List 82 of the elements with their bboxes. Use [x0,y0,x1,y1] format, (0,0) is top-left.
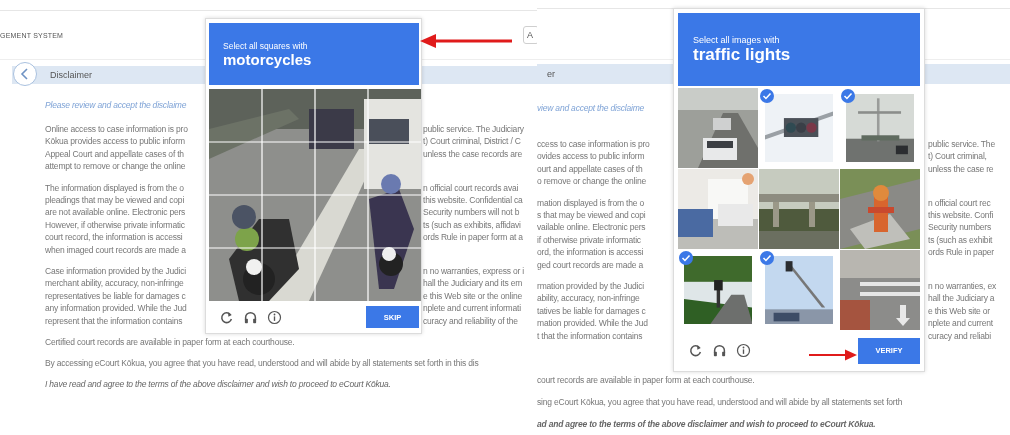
paragraph-text: court record, the information is accessi [45,231,184,244]
paragraph-text: ged court records are made a [537,258,644,272]
paragraph-text: By accessing eCourt Kōkua, you agree that you have read, understood and will abide by all statements set forth in this dis [45,357,480,370]
intro-text: Please review and accept the disclaime [45,99,188,111]
paragraph-text: Security numbers [928,221,992,234]
captcha-prompt: Select all images with [693,34,781,45]
section-title: Disclaimer [50,70,92,80]
paragraph-text: Appeal Court and appellate cases of th [45,147,185,161]
paragraph-text: Case information provided by the Judici [45,265,188,278]
arrow [808,349,858,361]
paragraph-text: n no warranties, express or i [423,265,525,278]
headphones-icon[interactable] [712,343,727,358]
paragraph-text: hall the Judiciary and its em [423,277,524,290]
captcha-prompt: Select all squares with [223,40,309,51]
paragraph-text: mation provided. While the Jud [537,317,649,330]
captcha-target: traffic lights [693,44,792,65]
paragraph-text: Online access to case information is pro [45,123,189,136]
paragraph-text: ourt and appellate cases of th [537,162,644,176]
paragraph-text: ad and agree to the terms of the above disclaimer and wish to proceed to eCourt Kōkua. [537,418,877,431]
paragraph-text: t) Court criminal, District / C [423,135,522,148]
paragraph-text: Security numbers will not b [423,206,521,219]
paragraph-text: curacy and reliability of the [423,314,519,328]
paragraph-text: public service. The Judiciary [423,123,525,136]
paragraph-text: e this Web site or the online [423,289,523,303]
paragraph-text: ability, accuracy, non-infringe [537,292,641,305]
paragraph-text: attempt to remove or change the online [45,160,187,173]
paragraph-text: I have read and agree to the terms of the above disclaimer and wish to proceed to eCourt Kōkua. [45,378,392,391]
paragraph-text: curacy and reliabi [928,329,993,343]
paragraph-text: ts (such as exhibit [928,233,994,247]
paragraph-text: if otherwise private informatic [537,233,642,247]
paragraph-text: n official court rec [928,196,992,210]
paragraph-text: unless the case re [928,162,995,176]
checkmark-icon [841,89,855,103]
reload-icon[interactable] [219,309,234,325]
paragraph-text: merchant ability, accuracy, non-infringe [45,277,185,290]
paragraph-text: n no warranties, ex [928,280,997,293]
paragraph-text: ccess to case information is pro [537,138,651,151]
paragraph-text: ts (such as exhibits, affidavi [423,218,522,232]
paragraph-text: rmation provided by the Judici [537,280,645,293]
paragraph-text: tatives be liable for damages c [537,304,647,318]
paragraph-text: when imaged court records are made a [45,243,187,257]
paragraph-text: public service. The [928,138,996,151]
paragraph-text: nplete and current [928,317,994,330]
paragraph-text: However, if otherwise private informatic [45,218,186,232]
checkmark-icon [679,251,693,265]
checkmark-icon [760,89,774,103]
paragraph-text: court records are available in paper form at each courthouse. [537,374,756,387]
paragraph-text: nplete and current informati [423,302,522,315]
paragraph-text: unless the case records are [423,147,523,161]
paragraph-text: ords Rule in paper form at a [423,231,524,244]
paragraph-text: t) Court criminal, [928,150,988,163]
paragraph-text: ord, the information is accessi [537,246,645,259]
paragraph-text: hall the Judiciary a [928,292,996,305]
reload-icon[interactable] [688,343,703,358]
checkmark-icon [760,251,774,265]
paragraph-text: any information provided. While the Jud [45,302,188,315]
paragraph-text: pleadings that may be viewed and copi [45,194,186,207]
chevron-left-icon [20,68,30,80]
paragraph-text: Certified court records are available in paper form at each courthouse. [45,336,296,349]
paragraph-text: The information displayed is from the o [45,181,185,195]
paragraph-text: sing eCourt Kōkua, you agree that you have read, understood and will abide by all statements set forth [537,396,904,409]
paragraph-text: representatives be liable for damages c [45,289,187,303]
section-title: er [547,69,555,79]
paragraph-text: n official court records avai [423,181,520,195]
paragraph-text: Kōkua provides access to public inform [45,135,186,148]
paragraph-text: mation displayed is from the o [537,196,645,210]
paragraph-text: vailable online. Electronic pers [537,221,647,234]
paragraph-text: t that the information contains [537,329,644,343]
paragraph-text: ovides access to public inform [537,150,646,163]
paragraph-text: o remove or change the online [537,175,648,188]
paragraph-text: e this Web site or [928,304,991,318]
paragraph-text: ords Rule in paper [928,246,995,259]
info-icon[interactable] [267,309,282,325]
paragraph-text: this website. Confi [928,209,995,222]
paragraph-text: s that may be viewed and copi [537,209,647,222]
paragraph-text: this website. Confidential ca [423,194,524,207]
info-icon[interactable] [736,343,751,358]
paragraph-text: represent that the information contains [45,314,184,328]
intro-text: view and accept the disclaime [537,102,646,114]
headphones-icon[interactable] [243,309,258,325]
captcha-target: motorcycles [223,50,313,68]
paragraph-text: are not available online. Electronic pers [45,206,187,219]
